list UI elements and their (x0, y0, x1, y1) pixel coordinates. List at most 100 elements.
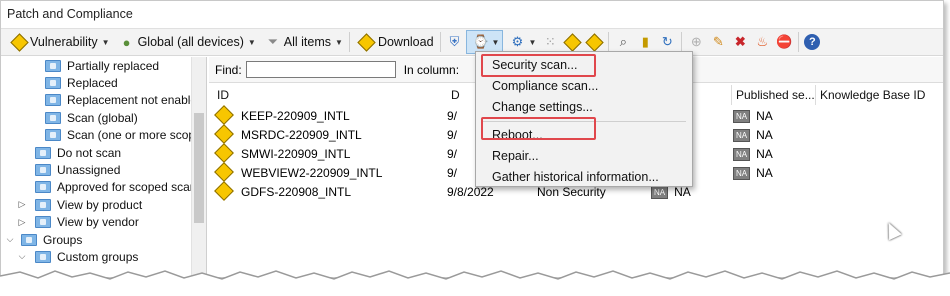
tree-item[interactable]: Replaced (1, 74, 190, 91)
add-icon[interactable]: ⊕ (687, 33, 705, 51)
menu-item-repair[interactable]: Repair... (476, 146, 692, 167)
folder-icon (45, 59, 61, 72)
clock-scan-icon: ⌚ (472, 34, 489, 49)
tree-item-label: Unassigned (57, 163, 121, 178)
chevron-down-icon: ▼ (247, 37, 256, 47)
gear-icon: ⚙ (511, 34, 524, 49)
folder-icon (35, 164, 51, 177)
chevron-down-icon: ▼ (335, 37, 343, 47)
chevron-down-icon: ▼ (101, 37, 110, 47)
folder-icon (45, 77, 61, 90)
tree-item[interactable]: Approved for scoped scan (1, 179, 196, 196)
tree-item-label: Scan (one or more scope (67, 128, 202, 143)
folder-icon (45, 111, 61, 124)
cell-published: NA (756, 128, 773, 142)
scope-dropdown[interactable]: ● Global (all devices) ▼ (113, 30, 259, 54)
chevron-right-icon[interactable]: ▷ (15, 199, 29, 210)
cell-date: 9/ (447, 147, 458, 161)
globe-icon: ● (122, 34, 131, 50)
folder-icon (35, 146, 51, 159)
tree-item[interactable]: Do not scan (1, 144, 190, 161)
binoculars-icon[interactable]: ⌕ (614, 33, 632, 51)
tree-item[interactable]: Replacement not enabled (1, 92, 204, 109)
tree-item[interactable]: Unassigned (1, 161, 190, 178)
chevron-down-icon[interactable]: ⌵ (3, 234, 17, 245)
folder-icon (35, 216, 51, 229)
tree-item[interactable]: ⌵ Groups (1, 231, 190, 248)
column-header-kb-id[interactable]: Knowledge Base ID (815, 85, 925, 105)
tree-item-label: Replacement not enabled (67, 93, 204, 108)
tree-item-label: View by product (57, 197, 143, 212)
folder-icon (35, 181, 51, 194)
filter-dropdown[interactable]: ⏷ All items ▼ (259, 30, 346, 54)
cell-id: SMWI-220909_INTL (241, 147, 351, 161)
grid-icon[interactable]: ⁙ (541, 33, 559, 51)
menu-item-change-settings[interactable]: Change settings... (476, 97, 692, 118)
cell-published: NA (756, 109, 773, 123)
cell-date: 9/ (447, 109, 458, 123)
help-icon[interactable]: ? (804, 34, 821, 50)
chevron-down-icon: ▼ (528, 37, 537, 47)
info-tag-icon[interactable]: ▮ (636, 33, 654, 51)
folder-icon (35, 198, 51, 211)
block-icon[interactable]: ⛔ (775, 33, 793, 51)
tree-scrollbar[interactable] (191, 57, 206, 277)
chevron-down-icon[interactable]: ⌵ (15, 251, 29, 262)
chevron-down-icon: ▼ (491, 37, 500, 47)
flame-icon[interactable]: ♨ (753, 33, 771, 51)
cell-published: NA (756, 166, 773, 180)
tree-item[interactable]: ▷ View by product (1, 196, 190, 213)
tree-pane: Partially replaced Replaced Replacement … (1, 57, 207, 277)
toolbar-separator (439, 32, 441, 52)
column-header-date[interactable]: D (447, 85, 460, 105)
download-icon (357, 32, 377, 52)
edit-pencil-icon[interactable]: ✎ (709, 33, 727, 51)
column-header-id[interactable]: ID (213, 85, 229, 105)
highlight-reboot (481, 117, 596, 140)
deploy-diamond-icon[interactable] (585, 32, 604, 52)
cell-published: NA (756, 147, 773, 161)
patch-icon (214, 162, 234, 182)
vulnerability-label: Vulnerability (30, 35, 98, 49)
folder-icon (45, 94, 61, 107)
find-input[interactable] (245, 61, 396, 78)
tree-scrollbar-thumb[interactable] (194, 113, 204, 223)
cell-id: GDFS-220908_INTL (241, 185, 352, 199)
tree-item[interactable]: Scan (global) (1, 109, 190, 126)
tree-item[interactable]: Partially replaced (1, 57, 190, 74)
cell-date: 9/ (447, 166, 458, 180)
cell-date: 9/ (447, 128, 458, 142)
toolbar-separator (608, 32, 610, 52)
na-badge: NA (733, 129, 751, 142)
cell-id: WEBVIEW2-220909_INTL (241, 166, 383, 180)
column-header-published[interactable]: Published se... (731, 85, 815, 105)
toolbar-separator (681, 32, 683, 52)
shield-scan-icon[interactable]: ⛨ (446, 33, 464, 51)
repair-diamond-icon[interactable] (563, 32, 582, 52)
tree-item[interactable]: ▷ View by vendor (1, 214, 190, 231)
folder-icon (21, 233, 37, 246)
download-button[interactable]: Download (353, 30, 437, 54)
patch-icon (214, 105, 234, 125)
vulnerability-dropdown[interactable]: Vulnerability ▼ (5, 30, 113, 54)
tree-item-label: View by vendor (57, 215, 139, 230)
cell-id: MSRDC-220909_INTL (241, 128, 362, 142)
vulnerability-icon (9, 32, 29, 52)
menu-item-compliance-scan[interactable]: Compliance scan... (476, 76, 692, 97)
chevron-right-icon[interactable]: ▷ (15, 217, 29, 228)
na-badge: NA (733, 110, 751, 123)
menu-item-gather-historical[interactable]: Gather historical information... (476, 167, 692, 188)
delete-icon[interactable]: ✖ (731, 33, 749, 51)
toolbar-separator (348, 32, 350, 52)
tree-item[interactable]: Scan (one or more scope (1, 127, 202, 144)
download-label: Download (377, 35, 434, 49)
window-title: Patch and Compliance (1, 1, 943, 27)
tree-item-label: Groups (43, 232, 83, 247)
refresh-icon[interactable]: ↻ (658, 33, 676, 51)
tree-item-label: Approved for scoped scan (57, 180, 197, 195)
highlight-security-scan (481, 54, 596, 77)
filter-label: All items (283, 35, 332, 49)
tree-item-label: Do not scan (57, 145, 122, 160)
in-column-label: In column: (403, 62, 460, 77)
patch-icon (214, 143, 234, 163)
